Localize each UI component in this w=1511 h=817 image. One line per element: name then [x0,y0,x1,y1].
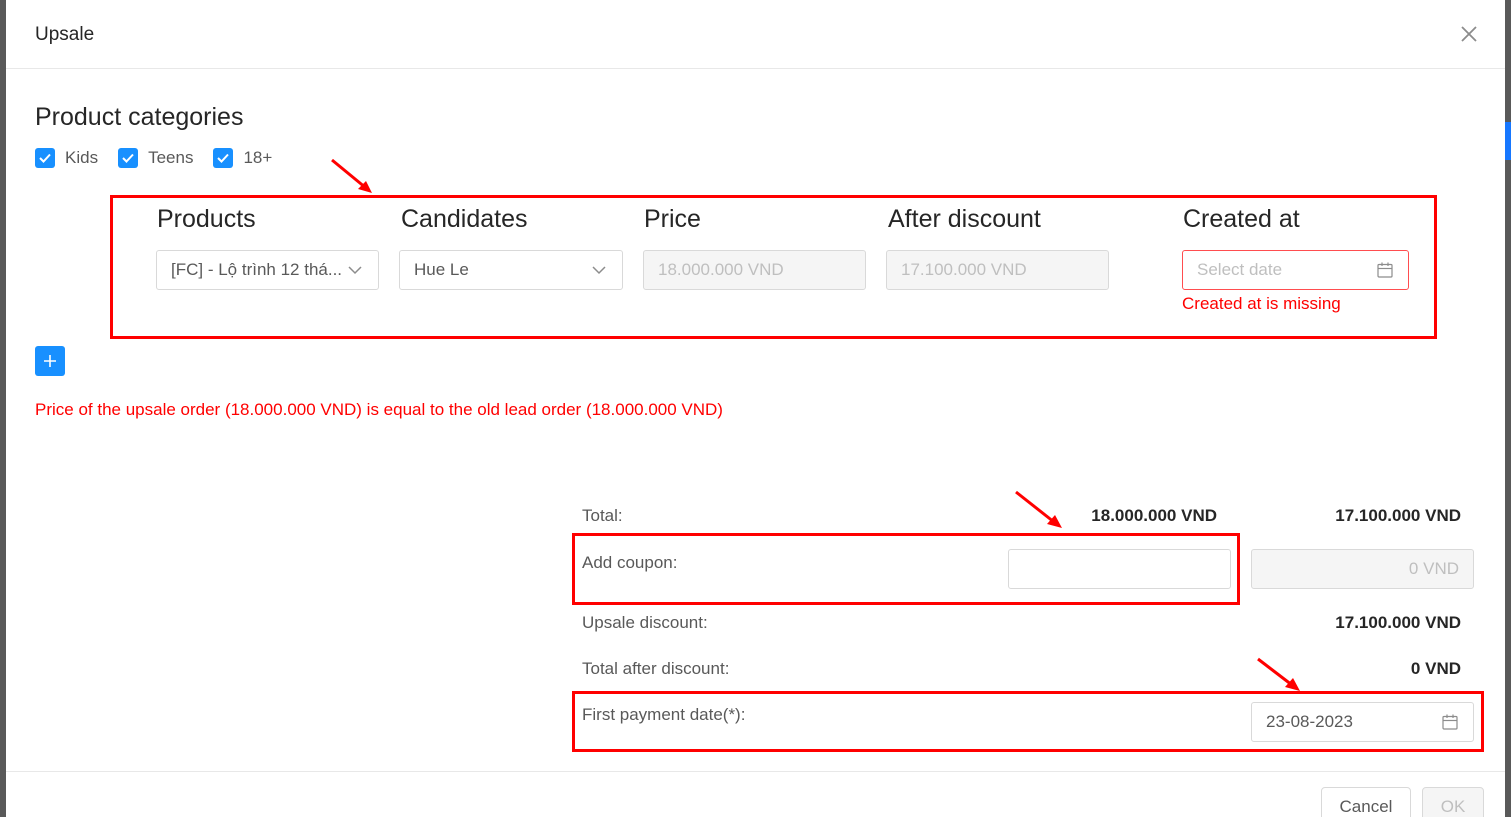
category-teens[interactable]: Teens [118,148,193,168]
price-warning: Price of the upsale order (18.000.000 VN… [35,400,723,419]
total-price: 18.000.000 VND [1091,506,1217,525]
product-categories-title: Product categories [35,103,244,131]
header-candidates: Candidates [401,205,528,233]
header-after-discount: After discount [888,205,1041,233]
price-field: 18.000.000 VND [643,250,866,290]
category-checkbox-group: Kids Teens 18+ [35,148,292,168]
total-after-discount-label: Total after discount: [582,659,730,678]
header-products: Products [157,205,256,233]
after-discount-field: 17.100.000 VND [886,250,1109,290]
created-at-error: Created at is missing [1182,294,1341,313]
coupon-discount-field: 0 VND [1251,549,1474,589]
kids-label: Kids [65,148,99,167]
coupon-label: Add coupon: [582,553,678,572]
check-icon [122,153,134,163]
chevron-down-icon [592,266,606,275]
candidate-select-value: Hue Le [414,260,469,279]
teens-label: Teens [148,148,194,167]
created-at-placeholder: Select date [1197,260,1283,279]
modal-title: Upsale [35,24,95,45]
check-icon [217,153,230,163]
arrow-annotation-icon [331,158,372,193]
cancel-button[interactable]: Cancel [1321,787,1411,817]
header-created-at: Created at [1183,205,1300,233]
upsale-discount-label: Upsale discount: [582,613,708,632]
first-payment-date-value: 23-08-2023 [1266,712,1353,731]
coupon-input[interactable] [1008,549,1231,589]
check-icon [39,153,51,163]
product-select[interactable]: [FC] - Lộ trình 12 thá... [156,250,379,290]
category-18plus[interactable]: 18+ [213,148,272,168]
arrow-annotation-icon [1015,490,1062,528]
coupon-discount-value: 0 VND [1408,559,1459,578]
upsale-modal: Upsale Product categories Kids Teens 18+ [6,0,1505,817]
add-product-button[interactable] [35,346,65,376]
plus-icon [44,355,56,367]
chevron-down-icon [348,266,362,275]
close-button[interactable] [1457,22,1481,46]
product-select-value: [FC] - Lộ trình 12 thá... [171,260,343,279]
18plus-checkbox[interactable] [213,148,234,168]
calendar-icon [1377,262,1393,278]
candidate-select[interactable]: Hue Le [399,250,623,290]
first-payment-datepicker[interactable]: 23-08-2023 [1251,702,1474,742]
created-at-datepicker[interactable]: Select date [1182,250,1409,290]
upsale-discount-value: 17.100.000 VND [1335,613,1461,632]
category-kids[interactable]: Kids [35,148,98,168]
price-value: 18.000.000 VND [658,260,784,279]
close-icon [1461,26,1477,42]
teens-checkbox[interactable] [118,148,139,168]
total-label: Total: [582,506,623,525]
arrow-annotation-icon [1257,657,1300,691]
after-discount-value: 17.100.000 VND [901,260,1027,279]
header-price: Price [644,205,701,233]
total-after-discount-value: 0 VND [1410,659,1461,678]
modal-footer: Cancel OK [6,771,1505,817]
ok-button[interactable]: OK [1422,787,1484,817]
18plus-label: 18+ [243,148,273,167]
kids-checkbox[interactable] [35,148,55,168]
modal-header: Upsale [6,0,1505,69]
total-after: 17.100.000 VND [1335,506,1461,525]
backdrop-right [1505,0,1511,817]
calendar-icon [1442,714,1458,730]
first-payment-label: First payment date(*): [582,705,746,724]
backdrop-accent [1505,122,1511,160]
